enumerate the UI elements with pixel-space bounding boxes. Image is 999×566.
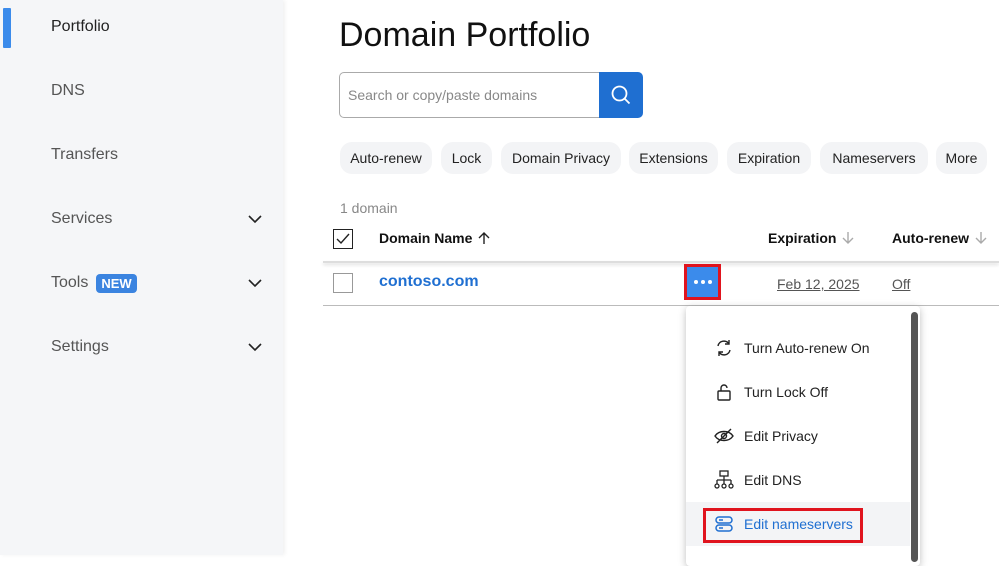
- sitemap-icon: [714, 470, 734, 489]
- arrow-down-icon: [975, 232, 987, 244]
- column-label: Auto-renew: [892, 230, 969, 246]
- filter-auto-renew[interactable]: Auto-renew: [340, 142, 432, 174]
- header-divider: [323, 261, 999, 263]
- column-expiration[interactable]: Expiration: [768, 230, 854, 246]
- sidebar-item-label: Services: [51, 210, 113, 227]
- menu-item-turn-lock-off[interactable]: Turn Lock Off: [686, 370, 910, 414]
- expiration-link[interactable]: Feb 12, 2025: [777, 276, 860, 292]
- menu-item-label: Turn Auto-renew On: [744, 340, 870, 356]
- select-all-checkbox[interactable]: [333, 229, 353, 249]
- arrow-up-icon: [478, 232, 490, 244]
- menu-scrollbar[interactable]: [911, 312, 918, 562]
- refresh-icon: [717, 340, 731, 356]
- page-title: Domain Portfolio: [339, 16, 591, 54]
- menu-item-label: Edit DNS: [744, 472, 802, 488]
- sidebar-item-label: Transfers: [51, 146, 118, 163]
- sidebar-item-tools[interactable]: Tools NEW: [51, 268, 271, 298]
- menu-item-turn-auto-renew-on[interactable]: Turn Auto-renew On: [686, 326, 910, 370]
- menu-item-edit-privacy[interactable]: Edit Privacy: [686, 414, 910, 458]
- auto-renew-link[interactable]: Off: [892, 276, 910, 292]
- new-badge: NEW: [96, 273, 137, 293]
- unlock-icon: [717, 384, 731, 401]
- check-icon: [336, 233, 350, 245]
- sidebar-item-label: Portfolio: [51, 18, 110, 35]
- domain-count: 1 domain: [340, 200, 398, 216]
- more-icon: [693, 280, 698, 284]
- column-auto-renew[interactable]: Auto-renew: [892, 230, 987, 246]
- sidebar-item-services[interactable]: Services: [51, 204, 271, 234]
- menu-item-label: Edit Privacy: [744, 428, 818, 444]
- sidebar-item-portfolio[interactable]: Portfolio: [51, 12, 271, 42]
- search-button[interactable]: [599, 72, 643, 118]
- domain-link[interactable]: contoso.com: [379, 273, 479, 291]
- sidebar-item-settings[interactable]: Settings: [51, 332, 271, 362]
- column-label: Domain Name: [379, 230, 473, 246]
- arrow-down-icon: [842, 232, 854, 244]
- filter-domain-privacy[interactable]: Domain Privacy: [501, 142, 621, 174]
- filter-nameservers[interactable]: Nameservers: [820, 142, 928, 174]
- sidebar-item-transfers[interactable]: Transfers: [51, 140, 271, 170]
- highlight-annotation: [703, 508, 863, 543]
- filter-lock[interactable]: Lock: [441, 142, 492, 174]
- sidebar-item-label: DNS: [51, 82, 85, 99]
- more-icon: [700, 280, 705, 284]
- more-icon: [707, 280, 712, 284]
- column-domain-name[interactable]: Domain Name: [379, 230, 490, 246]
- filter-extensions[interactable]: Extensions: [629, 142, 718, 174]
- chevron-down-icon: [248, 215, 262, 224]
- menu-item-edit-dns[interactable]: Edit DNS: [686, 458, 910, 502]
- sidebar-item-label: Settings: [51, 338, 109, 355]
- active-indicator: [3, 8, 11, 48]
- row-checkbox[interactable]: [333, 273, 353, 293]
- filter-expiration[interactable]: Expiration: [727, 142, 811, 174]
- column-label: Expiration: [768, 230, 837, 246]
- sidebar-item-dns[interactable]: DNS: [51, 76, 271, 106]
- sidebar-item-label: Tools: [51, 274, 89, 291]
- menu-item-label: Turn Lock Off: [744, 384, 829, 400]
- filter-more[interactable]: More: [936, 142, 987, 174]
- eye-off-icon: [714, 428, 734, 444]
- chevron-down-icon: [248, 343, 262, 352]
- search-icon: [611, 85, 631, 105]
- chevron-down-icon: [248, 279, 262, 288]
- row-actions-button[interactable]: [684, 264, 721, 300]
- search-input[interactable]: [339, 72, 600, 118]
- sidebar: Portfolio DNS Transfers Services Tools NE…: [0, 0, 283, 555]
